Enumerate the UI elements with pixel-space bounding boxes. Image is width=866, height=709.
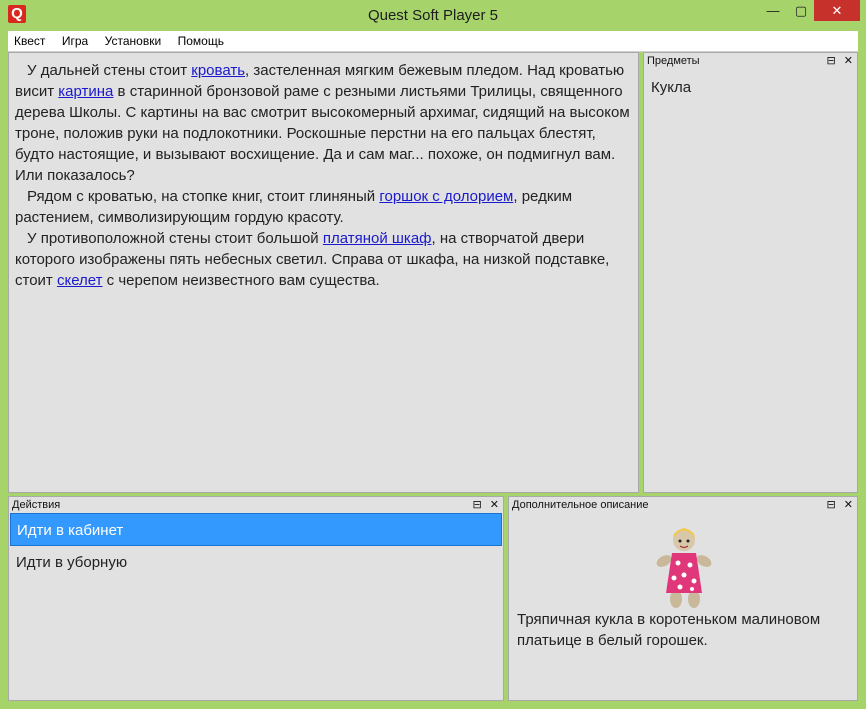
close-icon[interactable]: ✕ (844, 55, 853, 67)
description-text: Рядом с кроватью, на стопке книг, стоит … (27, 188, 380, 205)
close-icon[interactable]: ✕ (844, 499, 853, 511)
inventory-panel: Предметы ⊟ ✕ Кукла (643, 52, 858, 493)
description-text: У противоположной стены стоит большой (27, 230, 323, 247)
close-button[interactable]: ✕ (814, 0, 860, 21)
object-link[interactable]: скелет (57, 272, 103, 289)
action-go-to-restroom[interactable]: Идти в уборную (10, 546, 502, 579)
extra-description-panel: Дополнительное описание ⊟ ✕ Тряпичная ку… (508, 496, 858, 701)
description-paragraph: Рядом с кроватью, на стопке книг, стоит … (15, 186, 632, 228)
inventory-panel-header: Предметы ⊟ ✕ (644, 53, 857, 69)
menu-bar: Квест Игра Установки Помощь (8, 31, 858, 52)
undock-icon[interactable]: ⊟ (473, 499, 482, 511)
doll-image (509, 513, 857, 609)
extra-panel-title: Дополнительное описание (512, 499, 649, 511)
main-description-panel: У дальней стены стоит кровать, застеленн… (8, 52, 639, 493)
description-text: с черепом неизвестного вам существа. (102, 272, 380, 289)
description-text: У дальней стены стоит (27, 62, 192, 79)
actions-panel-title: Действия (12, 499, 61, 511)
window-title: Quest Soft Player 5 (367, 7, 499, 24)
object-link[interactable]: горшок с долорием (379, 188, 513, 205)
undock-icon[interactable]: ⊟ (827, 55, 836, 67)
actions-panel-header: Действия ⊟ ✕ (9, 497, 503, 513)
main-description-text: У дальней стены стоит кровать, застеленн… (15, 60, 632, 291)
extra-description-text: Тряпичная кукла в коротеньком малиновом … (517, 611, 821, 649)
menu-game[interactable]: Игра (56, 31, 94, 48)
rag-doll-icon (656, 528, 712, 608)
title-bar[interactable]: Q Quest Soft Player 5 — ▢ ✕ (0, 0, 866, 32)
inventory-item[interactable]: Кукла (651, 79, 850, 96)
action-go-to-study[interactable]: Идти в кабинет (10, 513, 502, 546)
menu-help[interactable]: Помощь (172, 31, 230, 48)
object-link[interactable]: картина (58, 83, 113, 100)
extra-panel-header: Дополнительное описание ⊟ ✕ (509, 497, 857, 513)
object-link[interactable]: кровать (191, 62, 245, 79)
maximize-button[interactable]: ▢ (788, 0, 814, 21)
close-icon[interactable]: ✕ (490, 499, 499, 511)
actions-panel: Действия ⊟ ✕ Идти в кабинет Идти в уборн… (8, 496, 504, 701)
minimize-button[interactable]: — (758, 0, 788, 21)
menu-quest[interactable]: Квест (8, 31, 51, 48)
description-paragraph: У противоположной стены стоит большой пл… (15, 228, 632, 291)
undock-icon[interactable]: ⊟ (827, 499, 836, 511)
menu-settings[interactable]: Установки (99, 31, 167, 48)
inventory-panel-title: Предметы (647, 55, 700, 67)
object-link[interactable]: платяной шкаф (323, 230, 432, 247)
description-paragraph: У дальней стены стоит кровать, застеленн… (15, 60, 632, 186)
